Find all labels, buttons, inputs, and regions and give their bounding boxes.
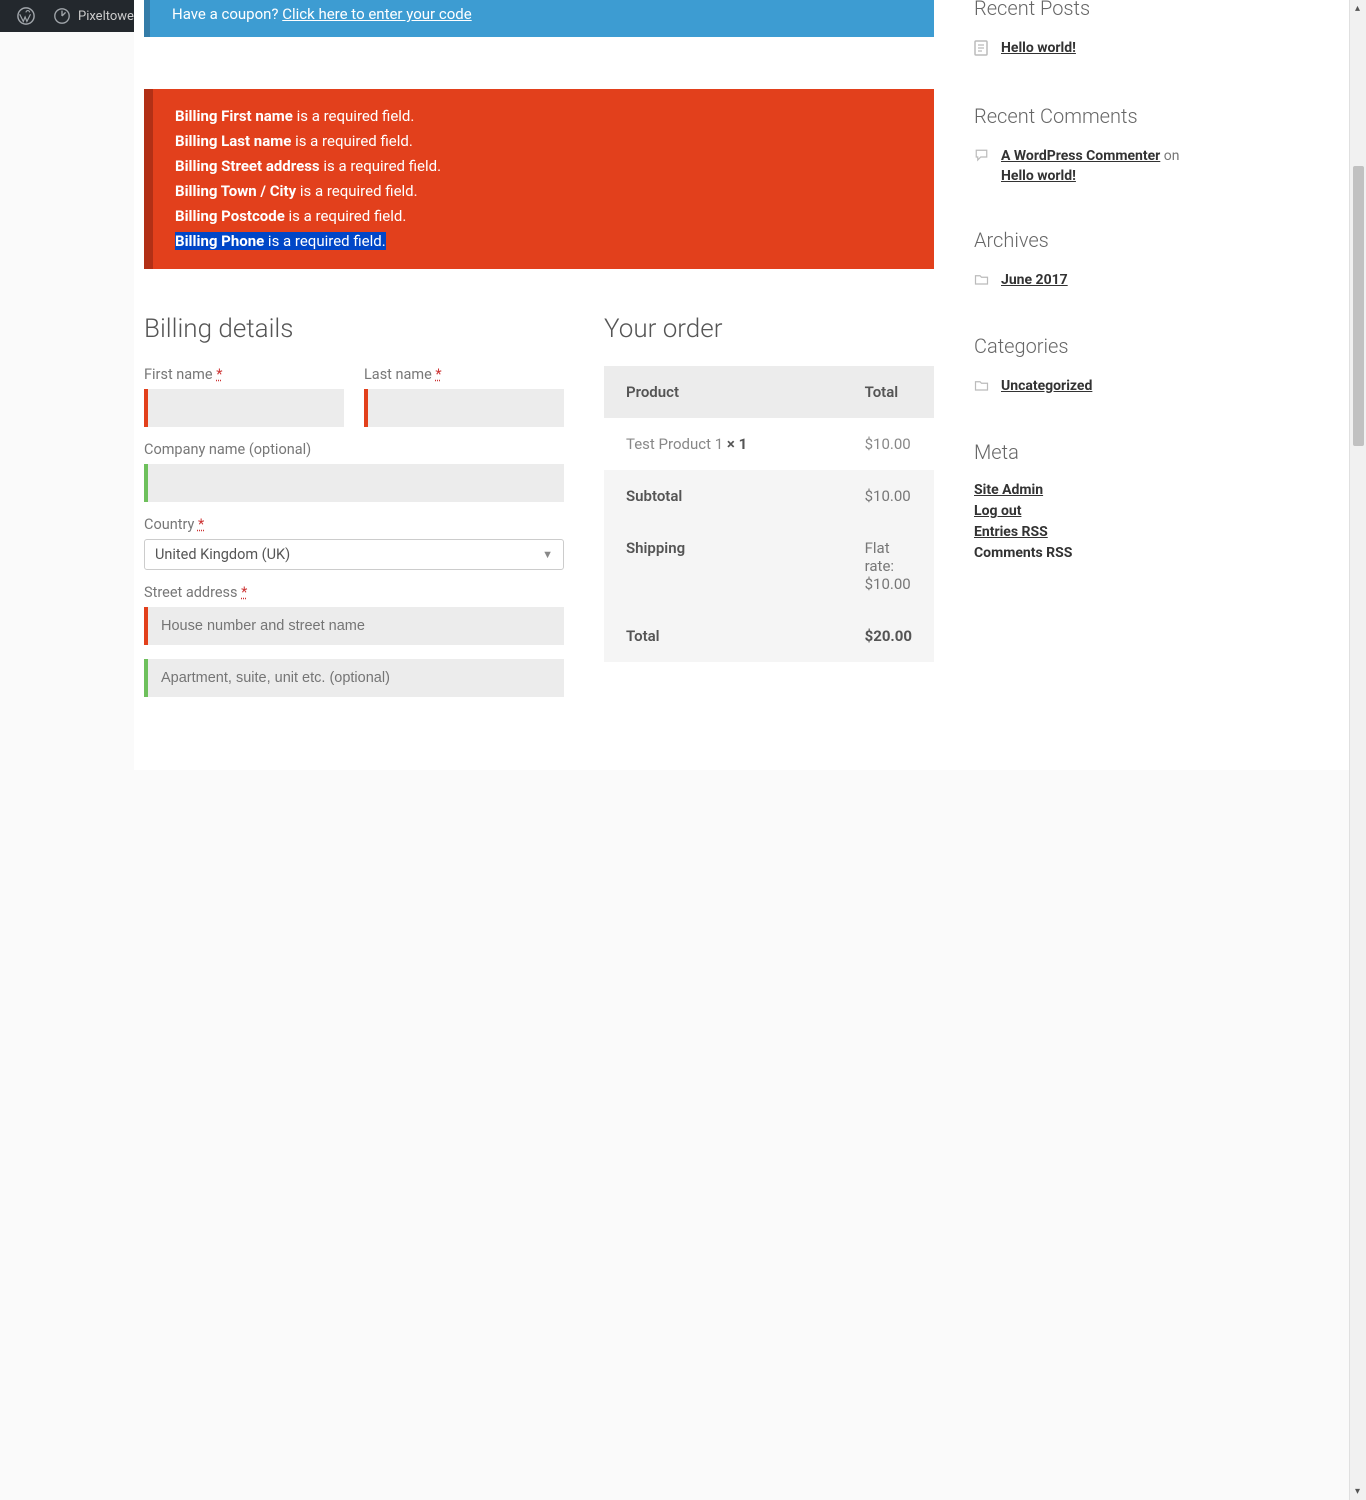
archives-widget: Archives June 2017 <box>974 228 1204 292</box>
subtotal-value: $10.00 <box>843 470 934 522</box>
meta-title: Meta <box>974 440 1204 464</box>
site-admin-link[interactable]: Site Admin <box>974 482 1204 498</box>
meta-widget: Meta Site Admin Log out Entries RSS Comm… <box>974 440 1204 561</box>
comment-post-link[interactable]: Hello world! <box>1001 168 1076 184</box>
list-item: June 2017 <box>974 270 1204 292</box>
scrollbar[interactable]: ▴ ▾ <box>1349 0 1366 1500</box>
document-icon <box>974 40 989 62</box>
country-select[interactable]: United Kingdom (UK) ▼ <box>144 539 564 570</box>
first-name-label: First name * <box>144 366 344 383</box>
wp-logo[interactable] <box>8 0 44 32</box>
order-item-name: Test Product 1 × 1 <box>604 418 843 470</box>
street-input[interactable] <box>148 607 564 645</box>
country-label: Country * <box>144 516 564 533</box>
total-label: Total <box>604 610 843 662</box>
category-link[interactable]: Uncategorized <box>1001 376 1092 396</box>
coupon-text: Have a coupon? <box>172 5 282 23</box>
logout-link[interactable]: Log out <box>974 503 1204 519</box>
chevron-down-icon: ▼ <box>542 548 553 561</box>
last-name-input[interactable] <box>368 389 564 427</box>
street-label: Street address * <box>144 584 564 601</box>
shipping-label: Shipping <box>604 522 843 610</box>
total-header: Total <box>843 366 934 418</box>
order-item-total: $10.00 <box>843 418 934 470</box>
country-value: United Kingdom (UK) <box>155 546 290 563</box>
coupon-notice: Have a coupon? Click here to enter your … <box>144 0 934 37</box>
list-item: Uncategorized <box>974 376 1204 398</box>
recent-comments-title: Recent Comments <box>974 104 1204 128</box>
recent-posts-title: Recent Posts <box>974 0 1204 20</box>
shipping-value: Flat rate: $10.00 <box>843 522 934 610</box>
billing-heading: Billing details <box>144 314 564 344</box>
scroll-up-icon[interactable]: ▴ <box>1349 0 1366 17</box>
order-heading: Your order <box>604 314 934 344</box>
coupon-link[interactable]: Click here to enter your code <box>282 5 471 23</box>
post-link[interactable]: Hello world! <box>1001 38 1076 58</box>
error-item: Billing Postcode is a required field. <box>175 204 912 229</box>
error-item: Billing First name is a required field. <box>175 104 912 129</box>
folder-icon <box>974 378 989 398</box>
list-item: Hello world! <box>974 38 1204 62</box>
categories-widget: Categories Uncategorized <box>974 334 1204 398</box>
scroll-down-icon[interactable]: ▾ <box>1349 1483 1366 1500</box>
error-notice: Billing First name is a required field. … <box>144 89 934 269</box>
error-item: Billing Phone is a required field. <box>175 229 912 254</box>
subtotal-label: Subtotal <box>604 470 843 522</box>
scrollbar-thumb[interactable] <box>1353 166 1364 446</box>
recent-posts-widget: Recent Posts Hello world! <box>974 0 1204 62</box>
error-item: Billing Town / City is a required field. <box>175 179 912 204</box>
archives-title: Archives <box>974 228 1204 252</box>
company-label: Company name (optional) <box>144 441 564 458</box>
order-table: Product Total Test Product 1 × 1 $10.00 … <box>604 366 934 662</box>
comments-rss-link[interactable]: Comments RSS <box>974 545 1204 561</box>
entries-rss-link[interactable]: Entries RSS <box>974 524 1204 540</box>
archive-link[interactable]: June 2017 <box>1001 270 1068 290</box>
list-item: A WordPress Commenter on Hello world! <box>974 146 1204 186</box>
folder-icon <box>974 272 989 292</box>
street2-input[interactable] <box>148 659 564 697</box>
dashboard-icon <box>52 6 72 26</box>
categories-title: Categories <box>974 334 1204 358</box>
comment-author-link[interactable]: A WordPress Commenter <box>1001 148 1160 164</box>
error-item: Billing Street address is a required fie… <box>175 154 912 179</box>
total-value: $20.00 <box>843 610 934 662</box>
product-header: Product <box>604 366 843 418</box>
last-name-label: Last name * <box>364 366 564 383</box>
wordpress-icon <box>16 6 36 26</box>
company-input[interactable] <box>148 464 564 502</box>
recent-comments-widget: Recent Comments A WordPress Commenter on… <box>974 104 1204 186</box>
first-name-input[interactable] <box>148 389 344 427</box>
comment-icon <box>974 148 989 169</box>
error-item: Billing Last name is a required field. <box>175 129 912 154</box>
